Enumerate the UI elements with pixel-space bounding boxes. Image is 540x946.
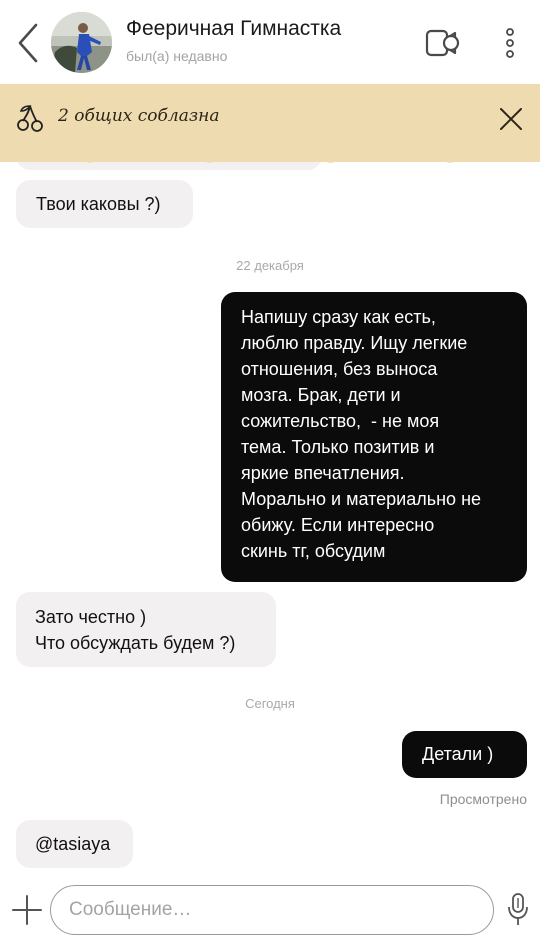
chevron-left-icon — [18, 23, 38, 63]
banner-close-button[interactable] — [494, 102, 528, 136]
message-line: люблю правду. Ищу легкие — [241, 333, 468, 353]
message-line: яркие впечатления. — [241, 463, 405, 483]
message-line: Морально и материально не — [241, 489, 482, 509]
more-options-button[interactable] — [496, 24, 524, 62]
voice-message-button[interactable] — [504, 890, 532, 930]
message-text: Детали ) — [422, 744, 494, 764]
common-interests-text[interactable]: 2 общих соблазна — [58, 106, 219, 126]
back-button[interactable] — [10, 20, 46, 66]
date-separator: 22 декабря — [236, 258, 304, 273]
message-line: обижу. Если интересно — [241, 515, 435, 535]
contact-name[interactable]: Фееричная Гимнастка — [126, 17, 341, 41]
banner-torn-edge — [0, 152, 540, 163]
cherries-icon — [17, 105, 43, 132]
plus-icon — [12, 895, 42, 925]
message-line: отношения, без выноса — [241, 359, 438, 379]
message-line: тема. Только позитив и — [241, 437, 435, 457]
message-line: сожительство, - не моя — [241, 411, 440, 431]
contact-status: был(а) недавно — [126, 48, 228, 64]
message-line: Зато честно ) — [35, 607, 147, 627]
video-call-icon — [425, 29, 460, 57]
message-line: мозга. Брак, дети и — [241, 385, 401, 405]
video-call-button[interactable] — [422, 24, 464, 62]
microphone-icon — [508, 893, 528, 925]
attach-button[interactable] — [10, 893, 44, 927]
read-receipt: Просмотрено — [439, 791, 527, 807]
message-line: скинь тг, обсудим — [241, 541, 386, 561]
avatar[interactable] — [51, 12, 112, 73]
message-bubble[interactable]: Зато честно ) Что обсуждать будем ?) — [16, 592, 276, 667]
message-text: Твои каковы ?) — [36, 194, 161, 214]
message-bubble[interactable]: Напишу сразу как есть, люблю правду. Ищу… — [221, 292, 527, 582]
avatar-photo — [51, 12, 112, 73]
message-line: Что обсуждать будем ?) — [35, 633, 236, 653]
message-input[interactable] — [50, 885, 494, 935]
message-bubble[interactable]: @tasiaya — [16, 820, 133, 868]
message-bubble[interactable]: Твои каковы ?) — [16, 180, 193, 228]
close-icon — [500, 108, 522, 130]
date-separator: Сегодня — [245, 696, 295, 711]
message-bubble[interactable]: Детали ) — [402, 731, 527, 778]
message-line: Напишу сразу как есть, — [241, 307, 436, 327]
message-text: @tasiaya — [35, 834, 111, 854]
more-vertical-icon — [506, 28, 514, 58]
